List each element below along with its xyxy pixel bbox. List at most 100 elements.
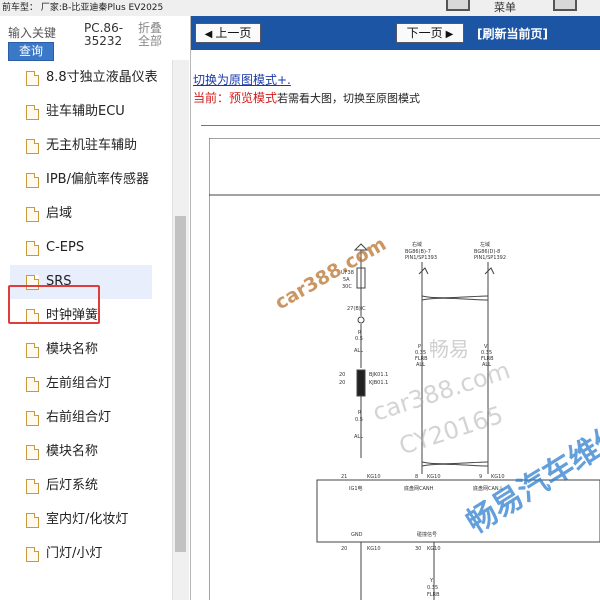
document-icon xyxy=(26,445,39,460)
pin-label: 30 xyxy=(415,546,421,552)
connector-label: KG10 xyxy=(367,546,381,552)
connector-label: 左域 xyxy=(480,241,490,248)
wire-label: FLRB xyxy=(427,592,440,598)
vehicle-label: 前车型： 厂家:B-比亚迪秦Plus EV2025 xyxy=(2,3,164,13)
search-button[interactable]: 查询 xyxy=(8,42,54,61)
twisted-pair xyxy=(421,461,489,467)
mode-hint: 若需看大图，切换至原图模式 xyxy=(277,92,421,105)
tree-item-label: 无主机驻车辅助 xyxy=(46,138,138,153)
connector-label: KG10 xyxy=(367,474,381,480)
wire-label: 0.5 xyxy=(355,336,363,342)
tree-item-label: 后灯系统 xyxy=(46,478,99,493)
document-icon xyxy=(26,377,39,392)
pc-number: PC.86- 35232 xyxy=(84,22,123,48)
connector-pin xyxy=(418,267,495,275)
arrow-left-icon: ◀ xyxy=(204,29,213,40)
divider xyxy=(201,125,600,126)
tree-item[interactable]: 模块名称 xyxy=(10,333,152,367)
page-toolbar: ◀ 上一页 下一页 ▶ [刷新当前页] xyxy=(191,16,600,50)
tree-item[interactable]: 无主机驻车辅助 xyxy=(10,129,152,163)
document-icon xyxy=(26,343,39,358)
mode-prefix: 当前： xyxy=(193,91,230,105)
scroll-thumb[interactable] xyxy=(175,216,186,552)
next-page-label: 下一页 xyxy=(406,26,443,40)
connector-label: BJK01.1 xyxy=(369,372,388,378)
menu-link[interactable]: 菜单 xyxy=(494,0,516,16)
left-panel: 输入关键 查询 PC.86- 35232 折叠 全部 8.8寸独立液晶仪表 驻车… xyxy=(0,16,191,600)
switch-mode-link[interactable]: 切换为原图模式+. xyxy=(193,71,291,88)
refresh-link[interactable]: [刷新当前页] xyxy=(477,25,548,42)
mode-status: 当前：预览模式若需看大图，切换至原图模式 xyxy=(193,89,420,106)
tree-item-label: 模块名称 xyxy=(46,342,99,357)
tree-item[interactable]: 模块名称 xyxy=(10,435,152,469)
pin-label: 20 xyxy=(341,546,347,552)
prev-page-label: 上一页 xyxy=(215,26,252,40)
next-page-button[interactable]: 下一页 ▶ xyxy=(396,23,464,43)
watermark-brand: 畅易 xyxy=(429,337,469,361)
document-icon xyxy=(26,411,39,426)
fold-line2: 全部 xyxy=(138,34,163,48)
pin-label: 8 xyxy=(415,474,418,480)
vehicle-bar: 前车型： 厂家:B-比亚迪秦Plus EV2025 菜单 xyxy=(0,0,600,17)
wire-label: ALL xyxy=(354,348,363,354)
arrow-right-icon: ▶ xyxy=(445,29,454,40)
module-pin-label: 底盘网CANH xyxy=(404,485,434,492)
fold-all-button[interactable]: 折叠 全部 xyxy=(138,22,162,48)
tree-item[interactable]: IPB/偏航率传感器 xyxy=(10,163,152,197)
window-icon[interactable] xyxy=(446,0,470,11)
pin-label: 9 xyxy=(479,474,482,480)
content-panel: ◀ 上一页 下一页 ▶ [刷新当前页] 切换为原图模式+. 当前：预览模式若需看大图… xyxy=(191,16,600,600)
connector-label: PIN1/SP1392 xyxy=(474,255,506,261)
connector-label: KJB01.1 xyxy=(369,380,388,386)
document-icon xyxy=(26,479,39,494)
tree-item-label: 左前组合灯 xyxy=(46,376,112,391)
tree-item[interactable]: 左前组合灯 xyxy=(10,367,152,401)
keyword-input[interactable]: 输入关键 xyxy=(8,24,56,41)
connector-label: PIN1/SP1393 xyxy=(405,255,437,261)
tree-item-label: C-EPS xyxy=(46,240,85,255)
connector-label: KG10 xyxy=(427,474,441,480)
tree-item[interactable]: 门灯/小灯 xyxy=(10,537,152,571)
tree-item[interactable]: 后灯系统 xyxy=(10,469,152,503)
tree-item[interactable]: 右前组合灯 xyxy=(10,401,152,435)
tree-item-label: IPB/偏航率传感器 xyxy=(46,172,149,187)
connector-label: 右域 xyxy=(412,241,422,248)
pin-label: 20 xyxy=(339,372,345,378)
watermark-site: car388.com xyxy=(271,233,390,314)
connector-label: KG10 xyxy=(427,546,441,552)
connector-bjk xyxy=(356,369,366,397)
tree-item[interactable]: 8.8寸独立液晶仪表 xyxy=(10,61,158,95)
wire-label: ALL xyxy=(416,362,425,368)
wire-label: R xyxy=(358,410,362,416)
tree-item-label: 驻车辅助ECU xyxy=(46,104,125,119)
module-pin-label: IG1电 xyxy=(349,485,363,492)
mode-current: 预览模式 xyxy=(229,91,278,105)
document-icon xyxy=(26,71,39,86)
tree-item[interactable]: 启域 xyxy=(10,197,152,231)
wire-label: 0.35 xyxy=(427,585,438,591)
prev-page-button[interactable]: ◀ 上一页 xyxy=(195,23,261,43)
twisted-pair xyxy=(421,295,489,301)
tree-list: 8.8寸独立液晶仪表 驻车辅助ECU 无主机驻车辅助 IPB/偏航率传感器 启域… xyxy=(0,60,172,600)
wire-label: ALL xyxy=(354,434,363,440)
window-icon[interactable] xyxy=(553,0,577,11)
wire-label: Y xyxy=(429,578,434,584)
document-icon xyxy=(26,207,39,222)
tree-scrollbar[interactable] xyxy=(172,60,189,600)
tree-item-label: 启域 xyxy=(46,206,73,221)
document-icon xyxy=(26,241,39,256)
tree-item-label: 室内灯/化妆灯 xyxy=(46,512,129,527)
wiring-diagram: 右域 BG86(B)-7 PIN1/SP1393 左域 BG86(D)-8 PI… xyxy=(209,138,600,600)
module-pin-label: GND xyxy=(351,532,363,538)
tree-item-label: 模块名称 xyxy=(46,444,99,459)
document-icon xyxy=(26,139,39,154)
tree-item[interactable]: C-EPS xyxy=(10,231,152,265)
pc-number-line2: 35232 xyxy=(84,34,123,48)
document-icon xyxy=(26,547,39,562)
document-icon xyxy=(26,105,39,120)
tree-item[interactable]: 驻车辅助ECU xyxy=(10,95,152,129)
tree-item-label: 门灯/小灯 xyxy=(46,546,103,561)
tree-item[interactable]: 室内灯/化妆灯 xyxy=(10,503,152,537)
connector-label: KG10 xyxy=(491,474,505,480)
wire-label: 0.5 xyxy=(355,417,363,423)
